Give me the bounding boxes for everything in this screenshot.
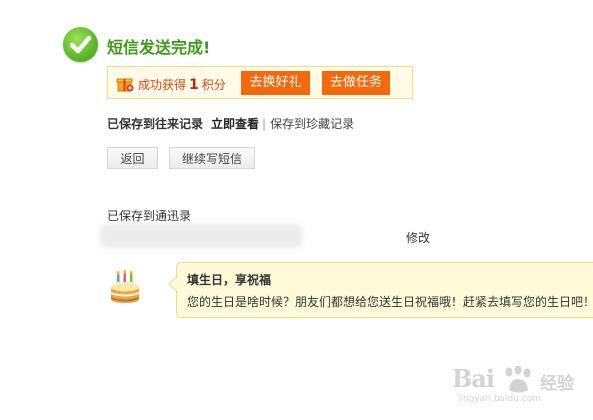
saved-records-label: 已保存到往来记录 <box>107 117 204 131</box>
points-banner: 成功获得 1 积分 去换好礼 去做任务 <box>107 66 413 99</box>
redeem-gift-button[interactable]: 去换好礼 <box>241 71 310 95</box>
points-amount: 1 <box>189 77 199 93</box>
page-title: 短信发送完成! <box>107 38 211 57</box>
watermark-brand: Bai <box>452 364 495 393</box>
watermark-jingyan: 经验 <box>540 374 574 394</box>
birthday-tip-message: 您的生日是啥时候？朋友们都想给您送生日祝福哦！赶紧去填写您的生日吧！ <box>187 295 593 309</box>
success-check-icon <box>63 27 98 62</box>
view-now-link[interactable]: 立即查看 <box>211 117 259 131</box>
birthday-tip-bubble: 填生日，享祝福 您的生日是啥时候？朋友们都想给您送生日祝福哦！赶紧去填写您的生日… <box>168 262 593 318</box>
separator: | <box>262 117 267 131</box>
birthday-cake-icon <box>108 270 142 308</box>
birthday-tip-title: 填生日，享祝福 <box>187 273 272 287</box>
save-to-favorites-link[interactable]: 保存到珍藏记录 <box>270 117 354 131</box>
saved-records-row: 已保存到往来记录 立即查看 | 保存到珍藏记录 <box>107 115 354 132</box>
points-prefix: 成功获得 <box>138 78 187 92</box>
baidu-jingyan-watermark: Bai 经验 jingyan.baidu.com <box>452 362 582 408</box>
edit-contact-link[interactable]: 修改 <box>406 229 430 246</box>
contacts-saved-label: 已保存到通迅录 <box>107 209 192 223</box>
gift-icon <box>116 74 134 96</box>
continue-writing-button[interactable]: 继续写短信 <box>169 147 255 169</box>
redacted-contact-info <box>100 224 302 248</box>
watermark-url: jingyan.baidu.com <box>458 394 542 404</box>
bubble-arrow <box>168 275 178 293</box>
points-suffix: 积分 <box>201 78 226 92</box>
back-button[interactable]: 返回 <box>107 147 158 169</box>
points-message: 成功获得 1 积分 <box>138 76 226 93</box>
do-task-button[interactable]: 去做任务 <box>322 71 390 95</box>
